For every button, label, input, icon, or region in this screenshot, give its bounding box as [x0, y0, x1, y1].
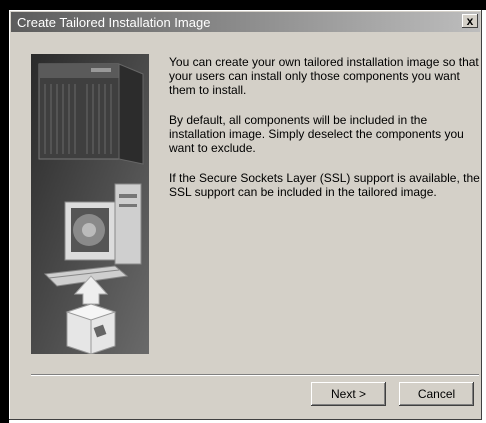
left-border	[0, 0, 9, 423]
top-border	[0, 0, 486, 10]
next-button[interactable]: Next >	[311, 382, 386, 406]
window-title: Create Tailored Installation Image	[17, 15, 211, 30]
description-text: You can create your own tailored install…	[169, 55, 481, 215]
wizard-side-image	[31, 54, 149, 354]
server-icon	[38, 63, 144, 165]
cancel-button[interactable]: Cancel	[399, 382, 474, 406]
separator-line	[31, 374, 479, 376]
close-button[interactable]: x	[462, 14, 478, 28]
install-dialog: Create Tailored Installation Image x You…	[9, 10, 482, 420]
description-paragraph: By default, all components will be inclu…	[169, 113, 464, 155]
description-paragraph: If the Secure Sockets Layer (SSL) suppor…	[169, 171, 480, 199]
description-paragraph: You can create your own tailored install…	[169, 55, 479, 97]
title-bar[interactable]: Create Tailored Installation Image x	[11, 12, 480, 32]
